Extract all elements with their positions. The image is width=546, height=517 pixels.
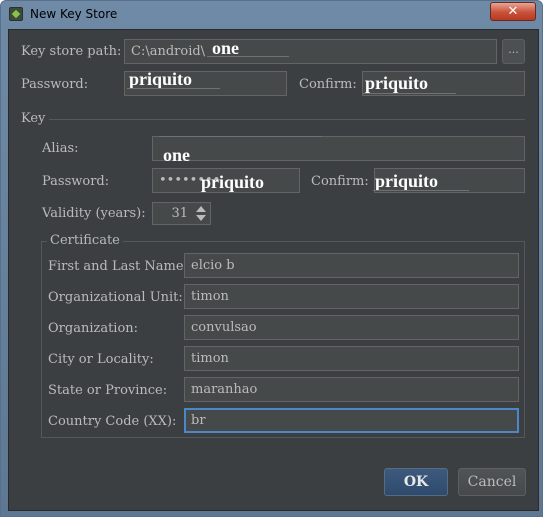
- annotation-underline: [159, 136, 322, 137]
- arrow-up-icon[interactable]: [196, 206, 206, 212]
- annotation-underline: [207, 56, 289, 57]
- city-value: timon: [191, 351, 229, 366]
- first-last-name-value: elcio b: [191, 258, 235, 273]
- state-input[interactable]: maranhao: [184, 377, 519, 402]
- organization-label: Organization:: [48, 321, 139, 336]
- close-button[interactable]: ✕: [490, 2, 536, 21]
- key-separator: [49, 119, 525, 120]
- key-password-overlay: priquito: [201, 172, 265, 192]
- alias-input[interactable]: [152, 136, 525, 161]
- certificate-group-label: Certificate: [47, 233, 123, 248]
- key-store-path-label: Key store path:: [21, 44, 122, 59]
- validity-spinner[interactable]: 31: [152, 202, 211, 225]
- key-store-path-input[interactable]: C:\android\: [124, 39, 497, 64]
- cancel-button[interactable]: Cancel: [458, 468, 526, 496]
- annotation-underline: [373, 190, 469, 191]
- first-last-name-label: First and Last Name:: [48, 259, 188, 274]
- city-label: City or Locality:: [48, 352, 154, 367]
- state-label: State or Province:: [48, 383, 168, 398]
- country-code-input[interactable]: br: [184, 408, 519, 433]
- key-confirm-label: Confirm:: [311, 174, 369, 189]
- validity-label: Validity (years):: [42, 206, 146, 221]
- organization-input[interactable]: convulsao: [184, 315, 519, 340]
- key-section-label: Key: [21, 111, 46, 126]
- spinner-arrows[interactable]: [194, 204, 208, 223]
- org-unit-label: Organizational Unit:: [48, 290, 183, 305]
- org-unit-input[interactable]: timon: [184, 284, 519, 309]
- alias-label: Alias:: [42, 141, 79, 156]
- ok-button[interactable]: OK: [384, 468, 448, 496]
- key-store-path-value: C:\android\: [131, 44, 206, 59]
- org-unit-value: timon: [191, 289, 229, 304]
- annotation-underline: [127, 88, 220, 89]
- state-value: maranhao: [191, 382, 258, 397]
- keystore-password-overlay: priquito: [129, 69, 193, 89]
- new-key-store-dialog: New Key Store ✕ Key store path: C:\andro…: [0, 0, 543, 517]
- key-confirm-overlay: priquito: [375, 171, 439, 191]
- alias-overlay: one: [163, 145, 190, 165]
- keystore-confirm-overlay: priquito: [365, 73, 429, 93]
- annotation-underline: [363, 93, 456, 94]
- window-title: New Key Store: [30, 7, 118, 21]
- keystore-password-label: Password:: [21, 77, 89, 92]
- country-code-label: Country Code (XX):: [48, 414, 177, 429]
- country-code-value: br: [191, 413, 206, 428]
- keystore-confirm-label: Confirm:: [299, 77, 357, 92]
- organization-value: convulsao: [191, 320, 257, 335]
- arrow-down-icon[interactable]: [196, 215, 206, 221]
- first-last-name-input[interactable]: elcio b: [184, 253, 519, 278]
- dialog-content: Key store path: C:\android\ one ... Pass…: [8, 29, 539, 511]
- city-input[interactable]: timon: [184, 346, 519, 371]
- android-studio-icon: [9, 7, 23, 21]
- key-password-label: Password:: [42, 174, 110, 189]
- title-bar[interactable]: New Key Store ✕: [1, 1, 542, 29]
- browse-button[interactable]: ...: [502, 39, 525, 64]
- validity-value: 31: [171, 206, 188, 221]
